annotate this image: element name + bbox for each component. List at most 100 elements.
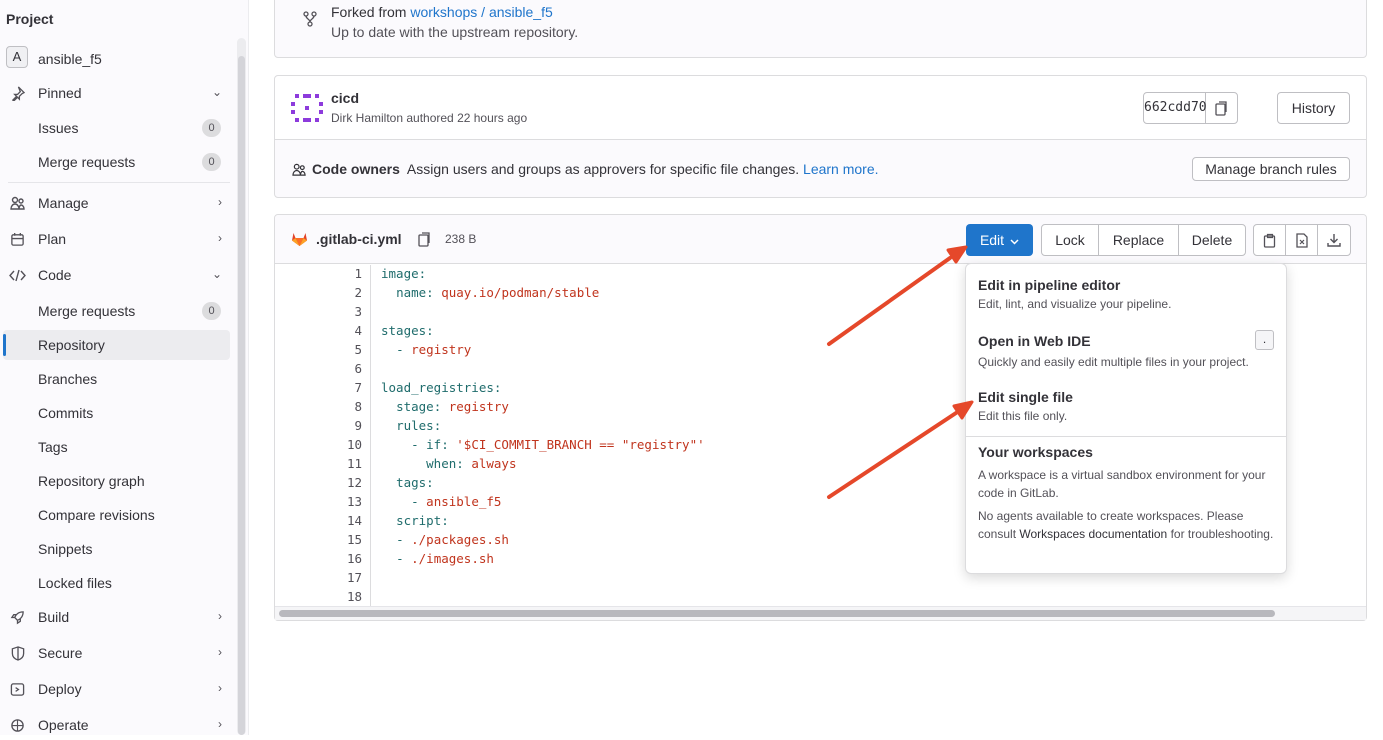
download-button[interactable] [1318, 225, 1350, 255]
sidebar-item-label: Branches [38, 371, 98, 387]
line-number[interactable]: 1 [275, 266, 362, 281]
history-button[interactable]: History [1277, 92, 1350, 124]
gitlab-logo-icon [291, 231, 308, 250]
sidebar-item-pinned[interactable]: Pinned ⌄ [3, 78, 230, 108]
line-number[interactable]: 4 [275, 323, 362, 338]
sidebar-item-label: Repository graph [38, 473, 145, 489]
edit-single-file-item[interactable]: Edit single file Edit this file only. [966, 376, 1286, 436]
sidebar-item-snippets[interactable]: Snippets [3, 534, 230, 564]
line-number[interactable]: 16 [275, 551, 362, 566]
line-number[interactable]: 9 [275, 418, 362, 433]
sidebar-item-plan[interactable]: Plan › [3, 224, 230, 254]
horizontal-scrollbar[interactable] [275, 606, 1366, 620]
line-number[interactable]: 12 [275, 475, 362, 490]
sidebar-heading: Project [6, 11, 54, 27]
sidebar-item-label: Compare revisions [38, 507, 155, 523]
sidebar-item-label: Locked files [38, 575, 112, 591]
menu-item-description: Quickly and easily edit multiple files i… [978, 355, 1249, 369]
fork-icon [303, 11, 317, 30]
chevron-right-icon: › [218, 609, 222, 623]
line-number[interactable]: 8 [275, 399, 362, 414]
sidebar-item-locked-files[interactable]: Locked files [3, 568, 230, 598]
open-in-web-ide-item[interactable]: Open in Web IDE . Quickly and easily edi… [966, 320, 1286, 376]
file-size: 238 B [445, 232, 477, 246]
copy-icon [1215, 100, 1227, 116]
sidebar-item-manage[interactable]: Manage › [3, 188, 230, 218]
copy-icon [1263, 233, 1275, 248]
learn-more-link[interactable]: Learn more. [803, 161, 878, 177]
sidebar-project-link[interactable]: A ansible_f5 [3, 44, 230, 74]
sidebar-item-deploy[interactable]: Deploy › [3, 674, 230, 704]
sidebar-item-repository[interactable]: Repository [3, 330, 230, 360]
copy-file-path-icon[interactable] [418, 232, 431, 250]
fork-prefix: Forked from [331, 4, 407, 20]
commit-card: cicd Dirk Hamilton authored 22 hours ago… [274, 75, 1367, 198]
sidebar-item-tags[interactable]: Tags [3, 432, 230, 462]
sidebar-item-merge-requests-pinned[interactable]: Merge requests 0 [3, 147, 230, 177]
count-badge: 0 [202, 119, 221, 137]
commit-meta: authored 22 hours ago [406, 111, 528, 125]
chevron-down-icon: ⌄ [211, 85, 222, 99]
sidebar-item-label: Merge requests [38, 303, 136, 319]
workspaces-help: No agents available to create workspaces… [978, 507, 1278, 543]
file-tools-group [1253, 224, 1351, 256]
workspaces-description: A workspace is a virtual sandbox environ… [978, 468, 1266, 500]
chevron-down-icon: ⌄ [211, 267, 222, 281]
line-number[interactable]: 14 [275, 513, 362, 528]
line-number[interactable]: 18 [275, 589, 362, 604]
edit-in-pipeline-editor-item[interactable]: Edit in pipeline editor Edit, lint, and … [966, 264, 1286, 320]
open-raw-button[interactable] [1286, 225, 1318, 255]
sidebar-item-label: Operate [38, 717, 89, 733]
sidebar-item-label: Snippets [38, 541, 93, 557]
sidebar-item-branches[interactable]: Branches [3, 364, 230, 394]
rocket-icon [9, 609, 26, 626]
sidebar-item-label: Merge requests [38, 154, 136, 170]
sidebar-item-repository-graph[interactable]: Repository graph [3, 466, 230, 496]
sidebar-item-operate[interactable]: Operate › [3, 710, 230, 740]
commit-author[interactable]: Dirk Hamilton [331, 111, 403, 125]
line-number[interactable]: 2 [275, 285, 362, 300]
copy-sha-button[interactable] [1206, 93, 1237, 123]
line-number[interactable]: 13 [275, 494, 362, 509]
sidebar-item-compare-revisions[interactable]: Compare revisions [3, 500, 230, 530]
sidebar-item-label: Build [38, 609, 70, 625]
line-number[interactable]: 7 [275, 380, 362, 395]
line-number[interactable]: 15 [275, 532, 362, 547]
commit-title[interactable]: cicd [331, 90, 359, 106]
workspaces-documentation-link[interactable]: Workspaces documentation [1019, 527, 1167, 541]
delete-button[interactable]: Delete [1179, 225, 1245, 255]
sidebar-item-merge-requests[interactable]: Merge requests 0 [3, 296, 230, 326]
sidebar-item-label: Plan [38, 231, 67, 247]
sidebar-item-label: Pinned [38, 85, 82, 101]
copy-contents-button[interactable] [1254, 225, 1286, 255]
sidebar: Project A ansible_f5 Pinned ⌄ Issues 0 M… [0, 0, 249, 735]
horizontal-scrollbar-thumb[interactable] [279, 610, 1275, 617]
line-number[interactable]: 11 [275, 456, 362, 471]
sidebar-item-commits[interactable]: Commits [3, 398, 230, 428]
line-number[interactable]: 6 [275, 361, 362, 376]
chevron-down-icon [1010, 232, 1019, 248]
commit-author-avatar[interactable] [291, 92, 323, 127]
line-number[interactable]: 5 [275, 342, 362, 357]
line-number[interactable]: 3 [275, 304, 362, 319]
sidebar-item-issues[interactable]: Issues 0 [3, 113, 230, 143]
count-badge: 0 [202, 302, 221, 320]
commit-sha[interactable]: 662cdd70 [1144, 93, 1207, 123]
edit-dropdown-button[interactable]: Edit [966, 224, 1033, 256]
line-number[interactable]: 10 [275, 437, 362, 452]
replace-button[interactable]: Replace [1099, 225, 1179, 255]
sidebar-item-secure[interactable]: Secure › [3, 638, 230, 668]
fork-source-link[interactable]: workshops / ansible_f5 [410, 4, 552, 20]
lock-button[interactable]: Lock [1042, 225, 1099, 255]
sidebar-scrollbar-thumb[interactable] [238, 56, 245, 735]
manage-branch-rules-button[interactable]: Manage branch rules [1192, 157, 1350, 181]
chevron-right-icon: › [218, 195, 222, 209]
commit-sha-group: 662cdd70 [1143, 92, 1238, 124]
file-name: .gitlab-ci.yml [316, 231, 402, 247]
line-number[interactable]: 17 [275, 570, 362, 585]
download-icon [1327, 234, 1341, 247]
sidebar-item-code[interactable]: Code ⌄ [3, 260, 230, 290]
fork-status: Up to date with the upstream repository. [331, 24, 579, 40]
sidebar-item-build[interactable]: Build › [3, 602, 230, 632]
project-name: ansible_f5 [38, 51, 102, 67]
